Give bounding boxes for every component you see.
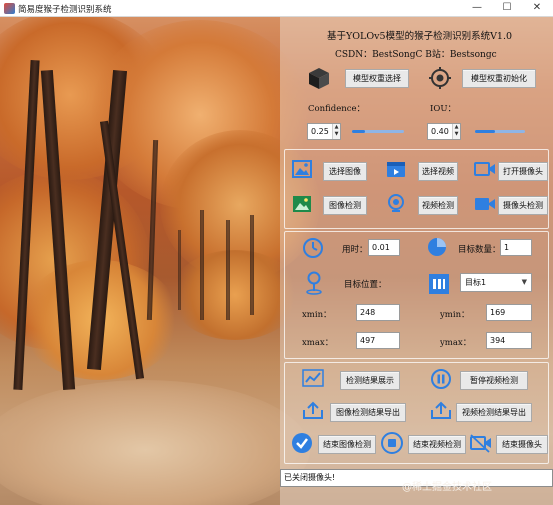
end-camera-button[interactable]: 结束摄像头 [496,435,548,454]
video-detect-button[interactable]: 视频检测 [418,196,458,215]
xmax-field[interactable]: 497 [356,332,400,349]
iou-slider[interactable] [475,130,525,133]
target-icon [429,67,451,89]
app-icon [4,3,15,14]
confidence-slider[interactable] [352,130,404,133]
xmax-label: xmax： [302,338,334,348]
camera-detect-button[interactable]: 摄像头检测 [498,196,548,215]
chevron-down-icon: ▼ [521,278,527,286]
target-select-dropdown[interactable]: 目标1 ▼ [460,273,532,292]
credits-text: CSDN：BestSongC B站：Bestsongc [335,50,497,60]
pause-circle-icon [431,369,451,389]
open-camera-button[interactable]: 打开摄像头 [498,162,548,181]
media-section [284,149,549,229]
window-titlebar: 简易度猴子检测识别系统 — ☐ ✕ [0,0,553,17]
upload-icon [303,401,323,419]
ymax-field[interactable]: 394 [486,332,532,349]
init-weights-button[interactable]: 模型权重初始化 [462,69,536,88]
end-video-detect-button[interactable]: 结束视频检测 [408,435,466,454]
ymax-label: ymax： [440,338,472,348]
image-detect-button[interactable]: 图像检测 [323,196,367,215]
image-detect-icon [293,196,311,212]
close-button[interactable]: ✕ [522,0,552,17]
export-video-results-button[interactable]: 视频检测结果导出 [456,403,532,422]
image-icon [292,160,312,178]
position-label: 目标位置： [344,280,387,290]
export-image-results-button[interactable]: 图像检测结果导出 [330,403,406,422]
target-list-icon [429,274,449,294]
location-pin-icon [306,271,322,295]
control-panel: 基于YOLOv5模型的猴子检测识别系统V1.0 CSDN：BestSongC B… [280,17,553,505]
confidence-spin-arrows[interactable]: ▲ ▼ [332,124,340,139]
iou-spin-arrows[interactable]: ▲ ▼ [452,124,460,139]
end-image-detect-button[interactable]: 结束图像检测 [318,435,376,454]
stop-circle-icon [381,432,403,454]
video-file-icon [387,162,405,177]
confidence-slider-fill [352,130,365,133]
confidence-spinbox[interactable]: 0.25 ▲ ▼ [307,123,341,140]
upload-video-icon [431,401,451,419]
select-video-button[interactable]: 选择视频 [418,162,458,181]
check-circle-icon [292,433,312,453]
show-results-button[interactable]: 检测结果展示 [340,371,400,390]
window-title: 简易度猴子检测识别系统 [18,5,112,15]
minimize-button[interactable]: — [462,0,492,17]
pause-video-button[interactable]: 暂停视频检测 [460,371,528,390]
iou-slider-fill [475,130,495,133]
ymin-label: ymin： [440,310,470,320]
iou-label: IOU： [430,104,456,114]
camera-off-icon [470,434,491,453]
count-field[interactable]: 1 [500,239,532,256]
camera-icon [474,162,495,176]
pie-chart-icon [428,238,446,256]
xmin-field[interactable]: 248 [356,304,400,321]
select-weights-button[interactable]: 模型权重选择 [345,69,409,88]
confidence-label: Confidence： [308,104,366,114]
clock-icon [303,238,323,258]
time-field[interactable]: 0.01 [368,239,400,256]
count-label: 目标数量： [458,245,501,255]
system-title: 基于YOLOv5模型的猴子检测识别系统V1.0 [327,31,513,42]
iou-spinbox[interactable]: 0.40 ▲ ▼ [427,123,461,140]
ymin-field[interactable]: 169 [486,304,532,321]
watermark-text: @稀土掘金技术社区 [402,482,492,493]
camera-detect-icon [475,198,495,210]
time-label: 用时： [342,245,368,255]
line-chart-icon [302,369,324,387]
webcam-icon [388,194,404,212]
select-image-button[interactable]: 选择图像 [323,162,367,181]
xmin-label: xmin： [302,310,332,320]
maximize-button[interactable]: ☐ [492,0,522,17]
cube-icon [309,68,329,89]
